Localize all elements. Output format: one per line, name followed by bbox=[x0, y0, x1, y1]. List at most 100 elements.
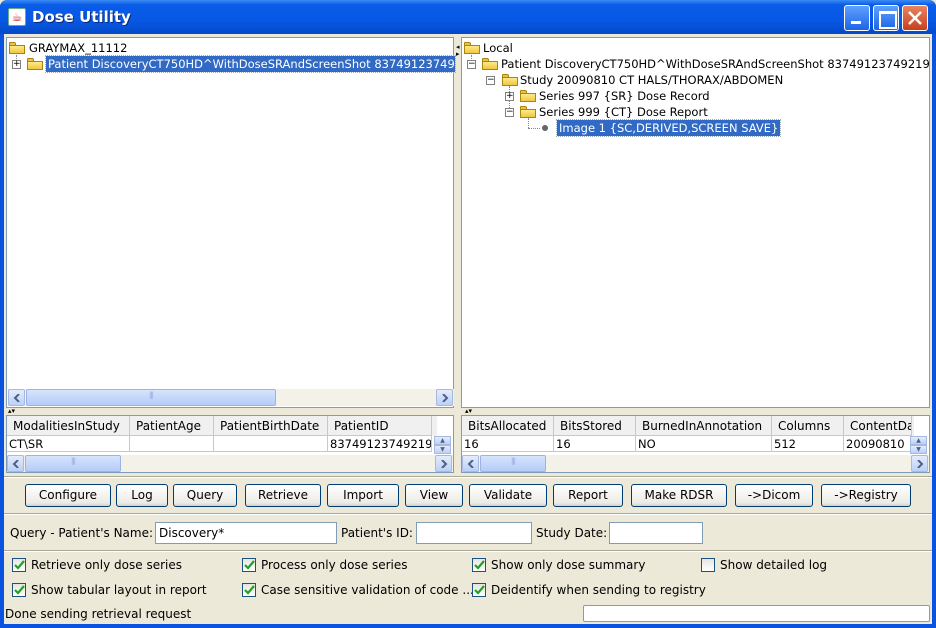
checkbox-box[interactable] bbox=[12, 558, 26, 572]
window-title: Dose Utility bbox=[32, 8, 131, 26]
tree-node-patient-local[interactable]: Patient DiscoveryCT750HD^WithDoseSRAndSc… bbox=[501, 56, 930, 72]
scroll-left-button[interactable] bbox=[7, 455, 24, 472]
horizontal-scrollbar[interactable] bbox=[462, 455, 929, 472]
column-header[interactable]: BitsStored bbox=[554, 416, 636, 436]
local-attributes-table[interactable]: BitsAllocated BitsStored BurnedInAnnotat… bbox=[461, 415, 930, 473]
table-cell[interactable] bbox=[214, 436, 328, 452]
table-cell[interactable] bbox=[130, 436, 214, 452]
folder-icon bbox=[482, 58, 498, 70]
patient-id-input[interactable] bbox=[416, 522, 532, 544]
table-cell[interactable]: 16 bbox=[462, 436, 554, 452]
collapse-icon[interactable]: − bbox=[486, 76, 495, 85]
column-header[interactable]: PatientAge bbox=[130, 416, 214, 436]
view-button[interactable]: View bbox=[405, 484, 463, 507]
table-cell[interactable]: 512 bbox=[772, 436, 844, 452]
validate-button[interactable]: Validate bbox=[469, 484, 547, 507]
splitter-arrows-icon[interactable]: ▴▾ bbox=[8, 408, 15, 415]
scroll-right-button[interactable] bbox=[435, 455, 452, 472]
column-header[interactable]: PatientBirthDate bbox=[214, 416, 328, 436]
checkbox-box[interactable] bbox=[242, 558, 256, 572]
splitter-arrows-icon[interactable]: ◂ ▸ bbox=[456, 44, 460, 58]
minimize-button[interactable] bbox=[844, 5, 870, 31]
checkbox-box[interactable] bbox=[242, 583, 256, 597]
column-header[interactable]: BitsAllocated bbox=[462, 416, 554, 436]
send-to-registry-button[interactable]: ->Registry bbox=[821, 484, 911, 507]
status-text: Done sending retrieval request bbox=[5, 607, 192, 621]
make-rdsr-button[interactable]: Make RDSR bbox=[631, 484, 727, 507]
table-cell[interactable]: 83749123749219 bbox=[328, 436, 432, 452]
scroll-left-button[interactable] bbox=[8, 389, 25, 406]
close-button[interactable] bbox=[902, 5, 928, 31]
patient-name-label: Query - Patient's Name: bbox=[10, 526, 154, 540]
maximize-button[interactable] bbox=[873, 5, 899, 31]
scroll-left-button[interactable] bbox=[462, 455, 479, 472]
folder-icon bbox=[520, 90, 536, 102]
folder-icon bbox=[9, 42, 25, 54]
tree-node-image[interactable]: Image 1 {SC,DERIVED,SCREEN SAVE} bbox=[555, 119, 782, 137]
import-button[interactable]: Import bbox=[327, 484, 399, 507]
scroll-right-button[interactable] bbox=[911, 455, 928, 472]
patient-name-input[interactable] bbox=[155, 522, 337, 544]
leaf-node-icon bbox=[542, 125, 548, 131]
app-window: ☕ Dose Utility GRAYMAX_11112 + Patient D… bbox=[0, 0, 936, 628]
tree-node-study[interactable]: Study 20090810 CT HALS/THORAX/ABDOMEN bbox=[520, 72, 783, 88]
column-header[interactable]: PatientID bbox=[328, 416, 432, 436]
checkbox-box[interactable] bbox=[472, 558, 486, 572]
scrollbar-thumb[interactable] bbox=[26, 389, 276, 406]
query-button[interactable]: Query bbox=[173, 484, 237, 507]
tree-root-local[interactable]: Local bbox=[483, 40, 513, 56]
table-cell[interactable]: CT\SR bbox=[7, 436, 130, 452]
scrollbar-thumb[interactable] bbox=[25, 455, 121, 472]
remote-attributes-table[interactable]: ModalitiesInStudy PatientAge PatientBirt… bbox=[6, 415, 454, 473]
retrieve-button[interactable]: Retrieve bbox=[245, 484, 321, 507]
vertical-scrollbar[interactable]: ▲ ▼ bbox=[434, 436, 451, 454]
folder-icon bbox=[502, 74, 518, 86]
horizontal-scrollbar[interactable] bbox=[8, 389, 454, 406]
scroll-right-button[interactable] bbox=[436, 389, 453, 406]
checkbox-label: Show detailed log bbox=[720, 558, 828, 572]
checkbox-box[interactable] bbox=[701, 558, 715, 572]
checkbox-box[interactable] bbox=[472, 583, 486, 597]
checkbox-box[interactable] bbox=[12, 583, 26, 597]
collapse-icon[interactable]: − bbox=[467, 60, 476, 69]
patient-id-label: Patient's ID: bbox=[341, 526, 413, 540]
check-icon bbox=[14, 585, 25, 595]
send-to-dicom-button[interactable]: ->Dicom bbox=[735, 484, 813, 507]
configure-button[interactable]: Configure bbox=[25, 484, 111, 507]
table-cell[interactable]: NO bbox=[636, 436, 772, 452]
study-date-label: Study Date: bbox=[536, 526, 608, 540]
tree-node-series-999[interactable]: Series 999 {CT} Dose Report bbox=[539, 104, 708, 120]
remote-tree-pane[interactable]: GRAYMAX_11112 + Patient DiscoveryCT750HD… bbox=[6, 37, 456, 408]
table-cell[interactable]: 16 bbox=[554, 436, 636, 452]
progress-bar bbox=[583, 605, 930, 622]
table-cell[interactable]: 20090810 bbox=[844, 436, 912, 452]
horizontal-scrollbar[interactable] bbox=[7, 455, 453, 472]
folder-icon bbox=[520, 106, 536, 118]
column-header[interactable]: ModalitiesInStudy bbox=[7, 416, 130, 436]
report-button[interactable]: Report bbox=[553, 484, 623, 507]
tree-node-series-997[interactable]: Series 997 {SR} Dose Record bbox=[539, 88, 710, 104]
local-tree-pane[interactable]: Local − Patient DiscoveryCT750HD^WithDos… bbox=[461, 37, 930, 408]
checkbox-label: Process only dose series bbox=[261, 558, 408, 572]
study-date-input[interactable] bbox=[609, 522, 703, 544]
checkbox-label: Retrieve only dose series bbox=[31, 558, 182, 572]
column-header[interactable]: Columns bbox=[772, 416, 844, 436]
tree-root-remote[interactable]: GRAYMAX_11112 bbox=[29, 40, 127, 56]
client-area: GRAYMAX_11112 + Patient DiscoveryCT750HD… bbox=[4, 34, 932, 624]
close-icon bbox=[908, 11, 922, 25]
expand-icon[interactable]: + bbox=[505, 92, 514, 101]
check-icon bbox=[244, 585, 255, 595]
splitter-arrows-icon[interactable]: ▴▾ bbox=[465, 408, 472, 415]
title-bar[interactable]: ☕ Dose Utility bbox=[0, 0, 936, 34]
collapse-icon[interactable]: − bbox=[505, 108, 514, 117]
folder-icon bbox=[27, 58, 43, 70]
column-header[interactable]: ContentDa bbox=[844, 416, 912, 436]
column-header[interactable]: BurnedInAnnotation bbox=[636, 416, 772, 436]
log-button[interactable]: Log bbox=[116, 484, 168, 507]
vertical-scrollbar[interactable]: ▲ ▼ bbox=[910, 436, 927, 454]
tree-node-patient-remote[interactable]: Patient DiscoveryCT750HD^WithDoseSRAndSc… bbox=[45, 55, 456, 73]
folder-icon bbox=[464, 42, 480, 54]
expand-icon[interactable]: + bbox=[12, 60, 21, 69]
scrollbar-thumb[interactable] bbox=[480, 455, 546, 472]
checkbox-label: Case sensitive validation of code ... bbox=[261, 583, 474, 597]
